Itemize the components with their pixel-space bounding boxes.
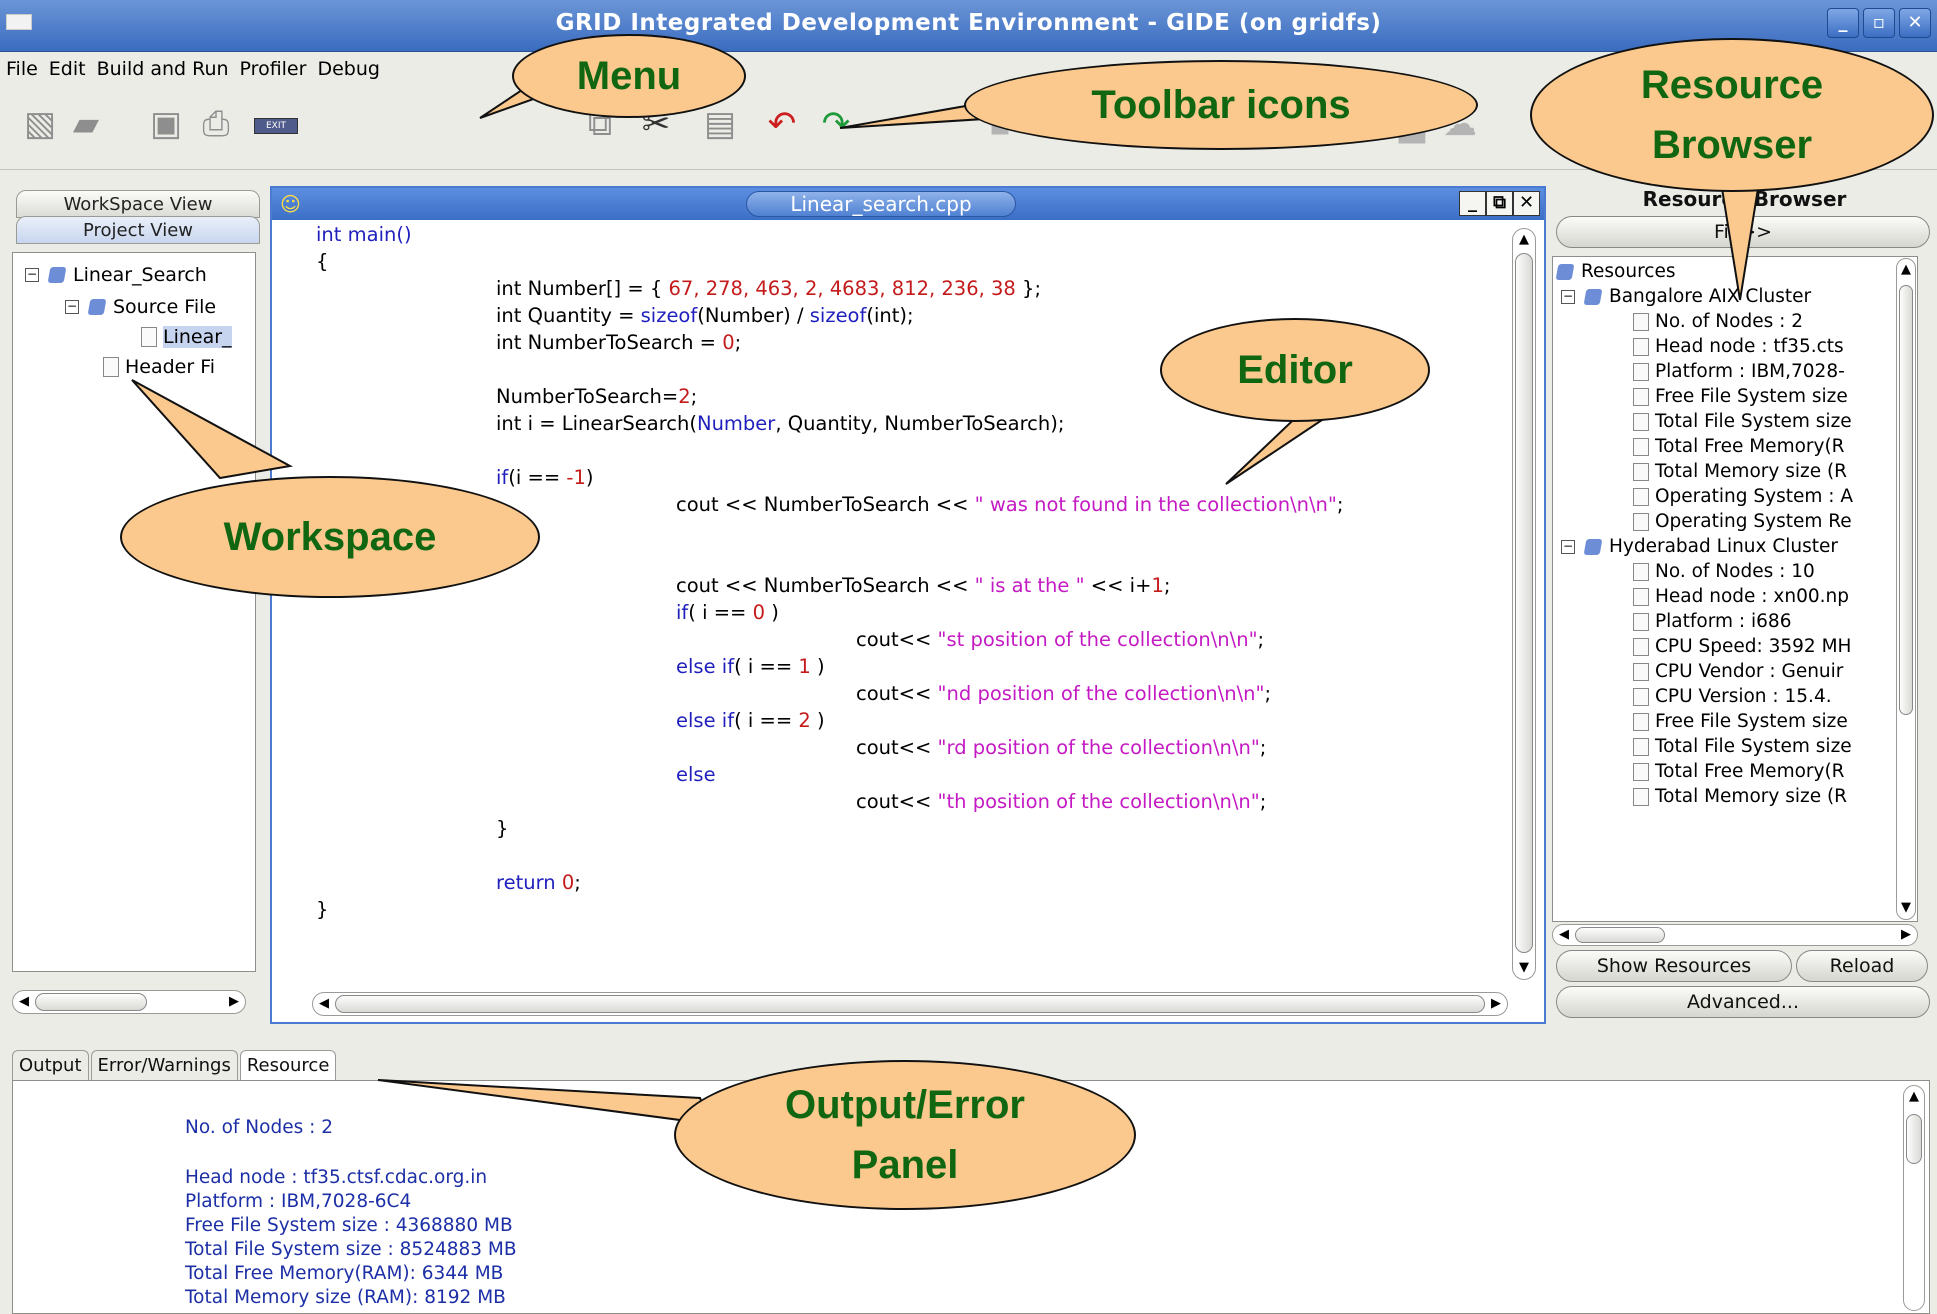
- callout-menu: Menu: [512, 34, 746, 118]
- callout-text: Panel: [851, 1143, 959, 1187]
- ide-window: GRID Integrated Development Environment …: [0, 0, 1937, 1314]
- callout-resource-browser: Resource Browser: [1530, 38, 1934, 192]
- callout-text: Toolbar icons: [1091, 83, 1351, 127]
- callout-workspace: Workspace: [120, 476, 540, 598]
- callout-text: Workspace: [223, 515, 437, 559]
- callout-text: Resource: [1640, 63, 1824, 107]
- callout-text: Menu: [576, 54, 682, 98]
- callout-toolbar-icons: Toolbar icons: [964, 60, 1478, 150]
- callout-editor: Editor: [1160, 318, 1430, 422]
- resource-browser-pointer: [1718, 175, 1762, 301]
- output-pointer: [377, 1079, 712, 1126]
- callout-text: Output/Error: [785, 1083, 1025, 1127]
- workspace-pointer: [131, 379, 294, 480]
- callout-text: Browser: [1651, 123, 1813, 167]
- callout-text: Editor: [1237, 348, 1353, 392]
- callout-output-panel: Output/Error Panel: [674, 1060, 1136, 1210]
